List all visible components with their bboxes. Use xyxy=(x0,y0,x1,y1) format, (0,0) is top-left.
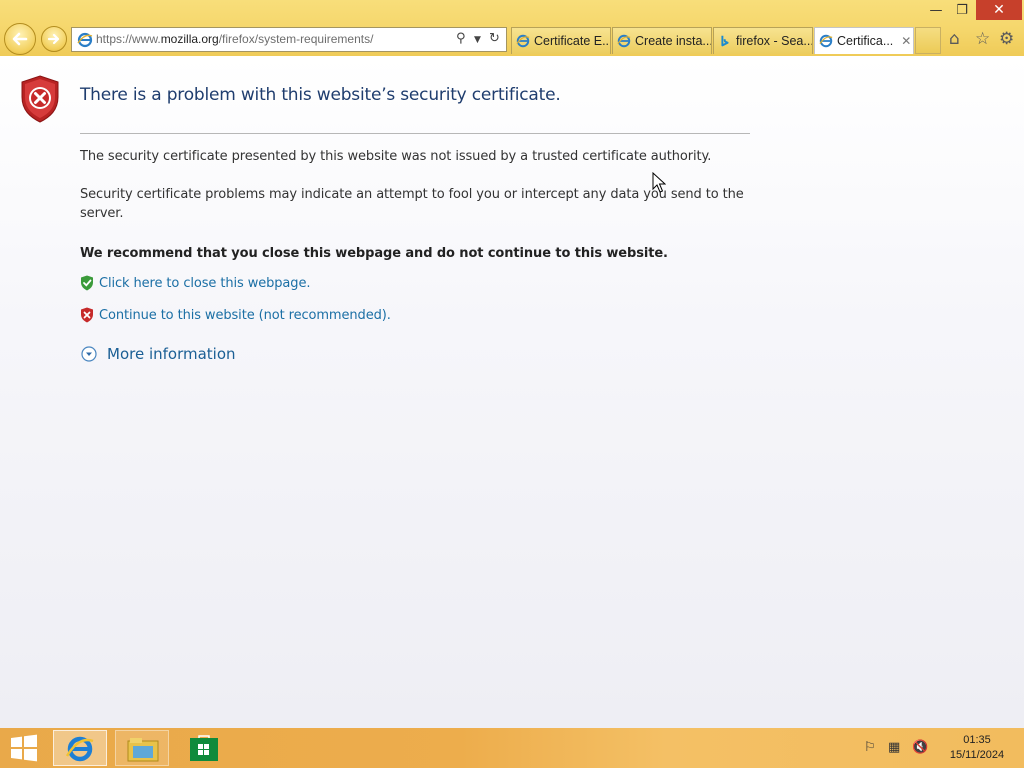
tab-firefox-search[interactable]: firefox - Sea... xyxy=(713,27,813,54)
certificate-message: The security certificate presented by th… xyxy=(80,149,712,164)
green-shield-icon xyxy=(81,275,93,291)
continue-website-link[interactable]: Continue to this website (not recommende… xyxy=(99,308,391,323)
minimize-button[interactable]: — xyxy=(922,0,950,20)
home-icon[interactable]: ⌂ xyxy=(949,29,960,49)
page-title: There is a problem with this website’s s… xyxy=(80,85,561,105)
divider xyxy=(80,133,750,134)
tab-certificate-active[interactable]: Certifica... ✕ xyxy=(814,27,914,54)
address-url: https://www.mozilla.org/firefox/system-r… xyxy=(96,32,374,46)
continue-website-action[interactable]: Continue to this website (not recommende… xyxy=(80,307,391,323)
more-information-toggle[interactable]: More information xyxy=(81,345,236,363)
close-window-button[interactable]: ✕ xyxy=(976,0,1022,20)
red-shield-icon xyxy=(81,307,93,323)
clock-time: 01:35 xyxy=(963,734,991,746)
recommendation-text: We recommend that you close this webpage… xyxy=(80,246,668,261)
taskbar-internet-explorer[interactable] xyxy=(53,730,107,766)
maximize-button[interactable]: ❐ xyxy=(948,0,976,20)
expand-chevron-icon xyxy=(81,346,97,362)
clock-date: 15/11/2024 xyxy=(949,749,1005,761)
tab-label: Certificate E... xyxy=(534,34,611,48)
ie-icon xyxy=(617,34,631,48)
tab-create-instance[interactable]: Create insta... xyxy=(612,27,712,54)
forward-button[interactable] xyxy=(41,26,67,52)
tab-label: firefox - Sea... xyxy=(736,34,813,48)
arrow-right-icon xyxy=(47,33,60,45)
folder-icon xyxy=(127,738,159,762)
store-icon xyxy=(190,735,218,761)
system-clock[interactable]: 01:35 15/11/2024 xyxy=(938,733,1016,763)
action-center-flag-icon[interactable]: ⚐ xyxy=(864,740,876,755)
volume-muted-icon[interactable]: 🔇 xyxy=(912,740,928,755)
ie-page-icon xyxy=(77,32,93,48)
tab-label: Create insta... xyxy=(635,34,712,48)
network-icon[interactable]: ▦ xyxy=(888,740,900,755)
new-tab-button[interactable] xyxy=(915,27,941,54)
taskbar-store[interactable] xyxy=(178,730,232,766)
taskbar-file-explorer[interactable] xyxy=(115,730,169,766)
tab-certificate-error[interactable]: Certificate E... xyxy=(511,27,611,54)
back-button[interactable] xyxy=(4,23,36,55)
page-content: There is a problem with this website’s s… xyxy=(0,56,1024,728)
close-webpage-link[interactable]: Click here to close this webpage. xyxy=(99,276,310,291)
bing-icon xyxy=(721,35,729,47)
shield-error-icon xyxy=(21,75,59,123)
windows-start-icon[interactable] xyxy=(8,734,40,762)
close-webpage-action[interactable]: Click here to close this webpage. xyxy=(80,275,310,291)
ie-icon xyxy=(65,736,94,762)
settings-gear-icon[interactable]: ⚙ xyxy=(999,29,1014,49)
close-tab-icon[interactable]: ✕ xyxy=(901,34,911,48)
address-bar[interactable]: https://www.mozilla.org/firefox/system-r… xyxy=(71,27,507,52)
ie-icon xyxy=(516,34,530,48)
arrow-left-icon xyxy=(12,32,28,46)
more-information-label: More information xyxy=(107,345,236,363)
refresh-icon[interactable]: ↻ xyxy=(489,31,500,46)
dropdown-icon[interactable]: ▼ xyxy=(474,35,481,45)
ie-icon xyxy=(819,34,833,48)
search-icon[interactable]: ⚲ xyxy=(456,31,466,46)
tab-label: Certifica... xyxy=(837,34,894,48)
mouse-cursor-icon xyxy=(652,172,666,193)
browser-frame: — ❐ ✕ https://www.mozilla.org/firefox/sy… xyxy=(0,0,1024,56)
security-warning-text: Security certificate problems may indica… xyxy=(80,187,744,221)
favorites-star-icon[interactable]: ☆ xyxy=(975,29,990,49)
